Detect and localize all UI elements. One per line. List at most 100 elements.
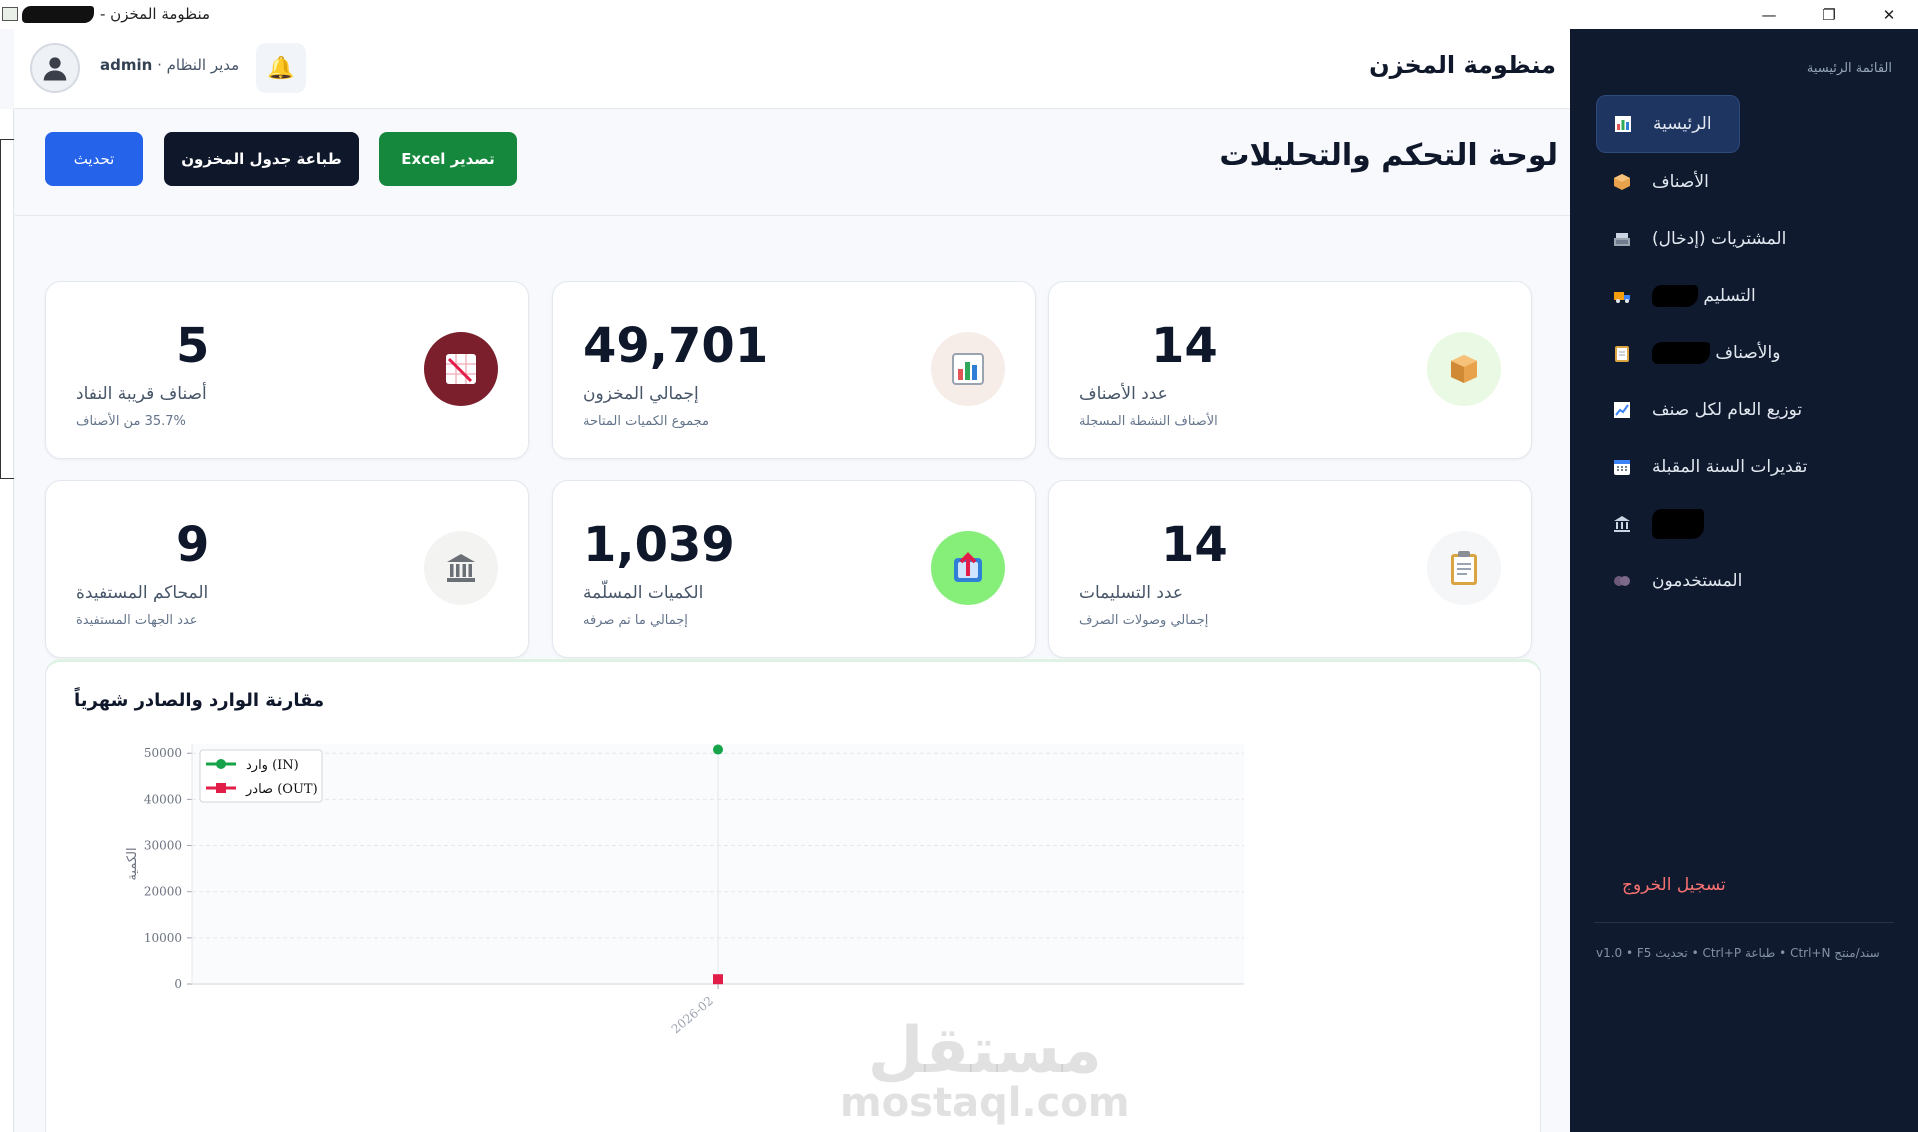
y-tick-label: 20000	[144, 885, 182, 899]
card-icon-bg	[424, 332, 498, 406]
card-subtitle: مجموع الكميات المتاحة	[583, 414, 709, 429]
sidebar-item-estimates[interactable]: تقديرات السنة المقبلة	[1596, 438, 1888, 496]
bank-icon	[1610, 512, 1634, 536]
sidebar-item-label: والأصناف	[1652, 342, 1780, 364]
y-tick-label: 0	[174, 977, 182, 991]
window-title-bar: منظومة المخزن - — ❐ ✕	[0, 0, 1918, 29]
in-out-chart: 0 10000 20000 30000 40000 50000 الكمية 2026-02 و…	[125, 744, 1244, 1037]
card-value: 14	[1151, 318, 1218, 374]
app-icon	[2, 7, 18, 21]
card-label: عدد الأصناف	[1079, 384, 1168, 404]
user-role: مدير النظام	[166, 56, 240, 74]
app-brand: منظومة المخزن	[1369, 51, 1556, 79]
sidebar-item-reports[interactable]: والأصناف	[1596, 324, 1888, 382]
top-bar: admin · مدير النظام 🔔 منظومة المخزن	[14, 29, 1570, 109]
sidebar: القائمة الرئيسية الرئيسية الأصناف المشتر…	[1570, 29, 1918, 1132]
bar-chart-icon	[952, 353, 984, 385]
card-value: 14	[1161, 517, 1228, 573]
calendar-icon	[1610, 455, 1634, 479]
card-beneficiary-courts: 9 المحاكم المستفيدة عدد الجهات المستفيدة	[45, 480, 529, 658]
divider	[1594, 922, 1894, 923]
edge-bracket	[0, 139, 14, 479]
shortcuts-hint: v1.0 • F5 تحديث • Ctrl+P طباعة • Ctrl+N …	[1596, 946, 1880, 960]
main-area: admin · مدير النظام 🔔 منظومة المخزن لوحة…	[0, 29, 1570, 1132]
sidebar-item-label: توزيع العام لكل صنف	[1652, 400, 1803, 420]
legend-marker	[216, 783, 226, 793]
export-excel-button[interactable]: تصدير Excel	[379, 132, 517, 186]
outbox-icon	[954, 552, 982, 582]
sidebar-item-label: المستخدمون	[1652, 571, 1743, 591]
clipboard-icon	[1451, 551, 1477, 585]
bank-icon	[447, 554, 475, 582]
sidebar-item-label: تقديرات السنة المقبلة	[1652, 457, 1808, 477]
card-deliveries-count: 14 عدد التسليمات إجمالي وصولات الصرف	[1048, 480, 1532, 658]
print-inventory-button[interactable]: طباعة جدول المخزون	[164, 132, 359, 186]
card-total-stock: 49,701 إجمالي المخزون مجموع الكميات المت…	[552, 281, 1036, 459]
trend-down-icon	[446, 354, 476, 384]
sidebar-item-label: المشتريات (إدخال)	[1652, 229, 1787, 249]
card-icon-bg	[1427, 332, 1501, 406]
box-icon	[1610, 170, 1634, 194]
refresh-button[interactable]: تحديث	[45, 132, 143, 186]
user-name: admin	[100, 56, 153, 74]
card-subtitle: إجمالي وصولات الصرف	[1079, 613, 1209, 628]
dashboard-icon	[1611, 112, 1635, 136]
logout-link[interactable]: تسجيل الخروج	[1622, 875, 1726, 895]
sidebar-item-courts[interactable]	[1596, 495, 1888, 553]
card-label: أصناف قريبة النفاد	[76, 384, 207, 404]
redacted-text	[1652, 509, 1704, 539]
watermark-arabic: مستقل	[867, 1014, 1102, 1088]
sidebar-item-delivery[interactable]: التسليم	[1596, 267, 1888, 325]
clipboard-icon	[1610, 341, 1634, 365]
sidebar-item-label: الأصناف	[1652, 172, 1709, 192]
card-icon-bg	[931, 531, 1005, 605]
sidebar-item-label: التسليم	[1652, 285, 1756, 307]
sidebar-item-items[interactable]: الأصناف	[1596, 153, 1888, 211]
chart-title: مقارنة الوارد والصادر شهرياً	[74, 690, 325, 711]
y-tick-label: 50000	[144, 746, 182, 760]
avatar[interactable]	[30, 43, 80, 93]
redacted-title-part	[22, 6, 94, 23]
sidebar-item-distribution[interactable]: توزيع العام لكل صنف	[1596, 381, 1888, 439]
card-value: 9	[176, 517, 210, 573]
sidebar-item-label: الرئيسية	[1653, 114, 1712, 134]
redacted-text	[1652, 342, 1710, 364]
close-button[interactable]: ✕	[1860, 0, 1918, 29]
sidebar-item-label	[1652, 509, 1704, 539]
notifications-button[interactable]: 🔔	[256, 43, 306, 93]
legend-label: صادر (OUT)	[245, 782, 318, 797]
card-subtitle: 35.7% من الأصناف	[76, 414, 186, 429]
y-tick-label: 10000	[144, 931, 182, 945]
x-tick-label: 2026-02	[669, 994, 716, 1037]
sidebar-heading: القائمة الرئيسية	[1806, 61, 1892, 76]
sidebar-item-home[interactable]: الرئيسية	[1596, 95, 1740, 153]
y-tick-label: 40000	[144, 792, 182, 806]
in-out-chart-card: مقارنة الوارد والصادر شهرياً 0 10000 20000…	[45, 659, 1541, 1132]
minimize-button[interactable]: —	[1740, 0, 1798, 29]
sidebar-item-users[interactable]: المستخدمون	[1596, 552, 1888, 610]
card-label: إجمالي المخزون	[583, 384, 699, 404]
left-edge-panel	[0, 109, 14, 1132]
card-icon-bg	[424, 531, 498, 605]
card-value: 5	[176, 318, 210, 374]
card-value: 49,701	[583, 318, 769, 374]
data-point-in	[713, 744, 723, 755]
card-items-count: 14 عدد الأصناف الأصناف النشطة المسجلة	[1048, 281, 1532, 459]
redacted-text	[1652, 285, 1698, 307]
watermark: مستقل mostaql.com	[840, 1019, 1130, 1123]
card-subtitle: إجمالي ما تم صرفه	[583, 613, 688, 628]
restore-button[interactable]: ❐	[1800, 0, 1858, 29]
card-subtitle: عدد الجهات المستفيدة	[76, 613, 198, 628]
sidebar-item-purchases[interactable]: المشتريات (إدخال)	[1596, 210, 1888, 268]
user-icon	[43, 57, 67, 81]
window-title: منظومة المخزن -	[100, 5, 211, 23]
watermark-latin: mostaql.com	[840, 1080, 1130, 1126]
dashboard-content: لوحة التحكم والتحليلات تحديث طباعة جدول …	[15, 110, 1570, 1132]
card-label: عدد التسليمات	[1079, 583, 1184, 603]
card-value: 1,039	[583, 517, 735, 573]
legend-marker	[216, 759, 226, 769]
user-info: admin · مدير النظام	[100, 56, 240, 74]
bell-icon: 🔔	[267, 55, 295, 81]
truck-icon	[1610, 284, 1634, 308]
card-label: المحاكم المستفيدة	[76, 583, 209, 603]
